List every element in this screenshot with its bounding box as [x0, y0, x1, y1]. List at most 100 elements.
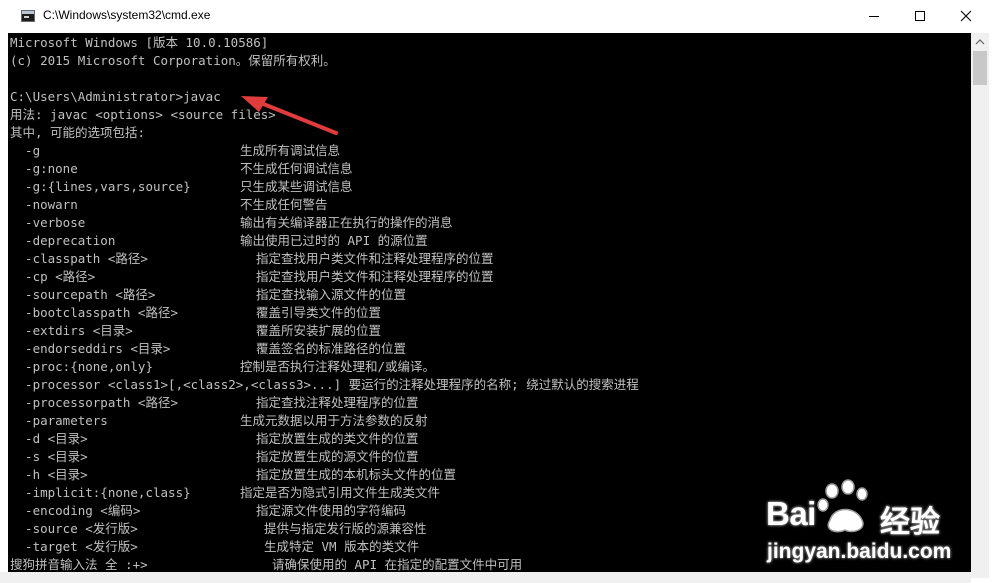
close-icon	[960, 10, 972, 22]
console-line: (c) 2015 Microsoft Corporation。保留所有权利。	[10, 52, 970, 70]
chevron-up-icon	[975, 39, 985, 45]
console-line-text: -d <目录>	[10, 431, 88, 446]
console-line-text: -extdirs <目录>	[10, 323, 133, 338]
console-line-text: -proc:{none,only}	[10, 359, 153, 374]
console-line-description: 指定查找用户类文件和注释处理程序的位置	[256, 269, 494, 284]
console-line: -extdirs <目录> 覆盖所安装扩展的位置	[10, 322, 970, 340]
console-line-description: 提供与指定发行版的源兼容性	[264, 521, 427, 536]
console-line-description: 指定是否为隐式引用文件生成类文件	[240, 485, 441, 500]
console-line-description: 覆盖签名的标准路径的位置	[256, 341, 407, 356]
console-app-icon[interactable]	[21, 10, 35, 22]
console-line: 用法: javac <options> <source files>	[10, 106, 970, 124]
console-line-text: -h <目录>	[10, 467, 88, 482]
console-line-text: -bootclasspath <路径>	[10, 305, 178, 320]
console-line-description: 请确保使用的 API 在指定的配置文件中可用	[272, 557, 523, 572]
console-line-description: 输出有关编译器正在执行的操作的消息	[240, 215, 453, 230]
minimize-icon	[869, 16, 879, 17]
console-line-text: -processor <class1>[,<class2>,<class3>..…	[10, 377, 639, 392]
console-line-description: 输出使用已过时的 API 的源位置	[240, 233, 428, 248]
console-line-text: -processorpath <路径>	[10, 395, 178, 410]
console-line-text: (c) 2015 Microsoft Corporation。保留所有权利。	[10, 53, 336, 68]
console-line: -deprecation 输出使用已过时的 API 的源位置	[10, 232, 970, 250]
console-line: -sourcepath <路径> 指定查找输入源文件的位置	[10, 286, 970, 304]
console-line: -endorseddirs <目录> 覆盖签名的标准路径的位置	[10, 340, 970, 358]
console-line-text: -g:none	[10, 161, 78, 176]
console-line-description: 指定源文件使用的字符编码	[256, 503, 407, 518]
console-line-text: -verbose	[10, 215, 86, 230]
console-line-text: -target <发行版>	[10, 539, 138, 554]
console-line: -bootclasspath <路径> 覆盖引导类文件的位置	[10, 304, 970, 322]
console-line-description: 指定放置生成的源文件的位置	[256, 449, 419, 464]
console-line: -encoding <编码> 指定源文件使用的字符编码	[10, 502, 970, 520]
console-line: -s <目录> 指定放置生成的源文件的位置	[10, 448, 970, 466]
console-line: 其中, 可能的选项包括:	[10, 124, 970, 142]
console-line-text: C:\Users\Administrator>javac	[10, 89, 221, 104]
console-line: -classpath <路径> 指定查找用户类文件和注释处理程序的位置	[10, 250, 970, 268]
console-line-text: -g:{lines,vars,source}	[10, 179, 191, 194]
console-line: -processorpath <路径> 指定查找注释处理程序的位置	[10, 394, 970, 412]
console-line-description: 指定放置生成的本机标头文件的位置	[256, 467, 457, 482]
console-line: -implicit:{none,class} 指定是否为隐式引用文件生成类文件	[10, 484, 970, 502]
console-line: -d <目录> 指定放置生成的类文件的位置	[10, 430, 970, 448]
console-line-text: -sourcepath <路径>	[10, 287, 156, 302]
console-line-description: 生成所有调试信息	[240, 143, 341, 158]
console-line-description: 控制是否执行注释处理和/或编译。	[240, 359, 436, 374]
console-line-text: -source <发行版>	[10, 521, 138, 536]
console-line-text: -s <目录>	[10, 449, 88, 464]
console-line-description: 不生成任何调试信息	[240, 161, 353, 176]
console-line: Microsoft Windows [版本 10.0.10586]	[10, 34, 970, 52]
console-line-description: 指定查找用户类文件和注释处理程序的位置	[256, 251, 494, 266]
scroll-thumb[interactable]	[973, 51, 987, 85]
vertical-scrollbar[interactable]	[971, 33, 989, 578]
console-line-text: -classpath <路径>	[10, 251, 148, 266]
console-line-description: 覆盖引导类文件的位置	[256, 305, 382, 320]
console-line: -g 生成所有调试信息	[10, 142, 970, 160]
console-line: -h <目录> 指定放置生成的本机标头文件的位置	[10, 466, 970, 484]
cmd-window: C:\Windows\system32\cmd.exe Microsoft Wi…	[0, 0, 997, 583]
console-line-text: -deprecation	[10, 233, 116, 248]
console-line: -cp <路径> 指定查找用户类文件和注释处理程序的位置	[10, 268, 970, 286]
console-output[interactable]: Microsoft Windows [版本 10.0.10586] (c) 201…	[8, 33, 971, 572]
console-line-description: 覆盖所安装扩展的位置	[256, 323, 382, 338]
maximize-icon	[915, 11, 925, 21]
console-line: -source <发行版> 提供与指定发行版的源兼容性	[10, 520, 970, 538]
console-line-description: 不生成任何警告	[240, 197, 328, 212]
watermark-brand-cn: 经验	[880, 505, 940, 540]
console-lines: Microsoft Windows [版本 10.0.10586] (c) 201…	[10, 34, 970, 572]
console-line: C:\Users\Administrator>javac	[10, 88, 970, 106]
console-line-description: 指定放置生成的类文件的位置	[256, 431, 419, 446]
console-line-text: -implicit:{none,class}	[10, 485, 191, 500]
window-bottom-edge	[0, 572, 971, 583]
console-line: -verbose 输出有关编译器正在执行的操作的消息	[10, 214, 970, 232]
watermark-url: jingyan.baidu.com	[767, 540, 952, 563]
minimize-button[interactable]	[851, 0, 897, 32]
console-line-description: 指定查找输入源文件的位置	[256, 287, 407, 302]
console-line-description: 生成元数据以用于方法参数的反射	[240, 413, 428, 428]
console-line: -g:{lines,vars,source} 只生成某些调试信息	[10, 178, 970, 196]
console-line: -nowarn 不生成任何警告	[10, 196, 970, 214]
console-line-text: -parameters	[10, 413, 108, 428]
watermark-brand: Bai	[766, 495, 816, 532]
console-line-text: -g	[10, 143, 41, 158]
console-line-description: 生成特定 VM 版本的类文件	[264, 539, 420, 554]
console-line: -parameters 生成元数据以用于方法参数的反射	[10, 412, 970, 430]
console-line: -processor <class1>[,<class2>,<class3>..…	[10, 376, 970, 394]
maximize-button[interactable]	[897, 0, 943, 32]
console-line-text: 搜狗拼音输入法 全 :+>	[10, 557, 148, 572]
scroll-up-button[interactable]	[971, 33, 989, 51]
console-line: -g:none 不生成任何调试信息	[10, 160, 970, 178]
console-line-text: 其中, 可能的选项包括:	[10, 125, 146, 140]
console-line: -proc:{none,only} 控制是否执行注释处理和/或编译。	[10, 358, 970, 376]
close-button[interactable]	[943, 0, 989, 32]
console-line-description: 指定查找注释处理程序的位置	[256, 395, 419, 410]
title-bar[interactable]: C:\Windows\system32\cmd.exe	[0, 0, 997, 33]
console-line-description: 只生成某些调试信息	[240, 179, 353, 194]
console-line-text: -endorseddirs <目录>	[10, 341, 171, 356]
console-line-text: -nowarn	[10, 197, 78, 212]
console-line-text: 用法: javac <options> <source files>	[10, 107, 276, 122]
console-line-text: -cp <路径>	[10, 269, 96, 284]
console-line-text: Microsoft Windows [版本 10.0.10586]	[10, 35, 269, 50]
window-title: C:\Windows\system32\cmd.exe	[43, 8, 211, 22]
console-line-text: -encoding <编码>	[10, 503, 141, 518]
